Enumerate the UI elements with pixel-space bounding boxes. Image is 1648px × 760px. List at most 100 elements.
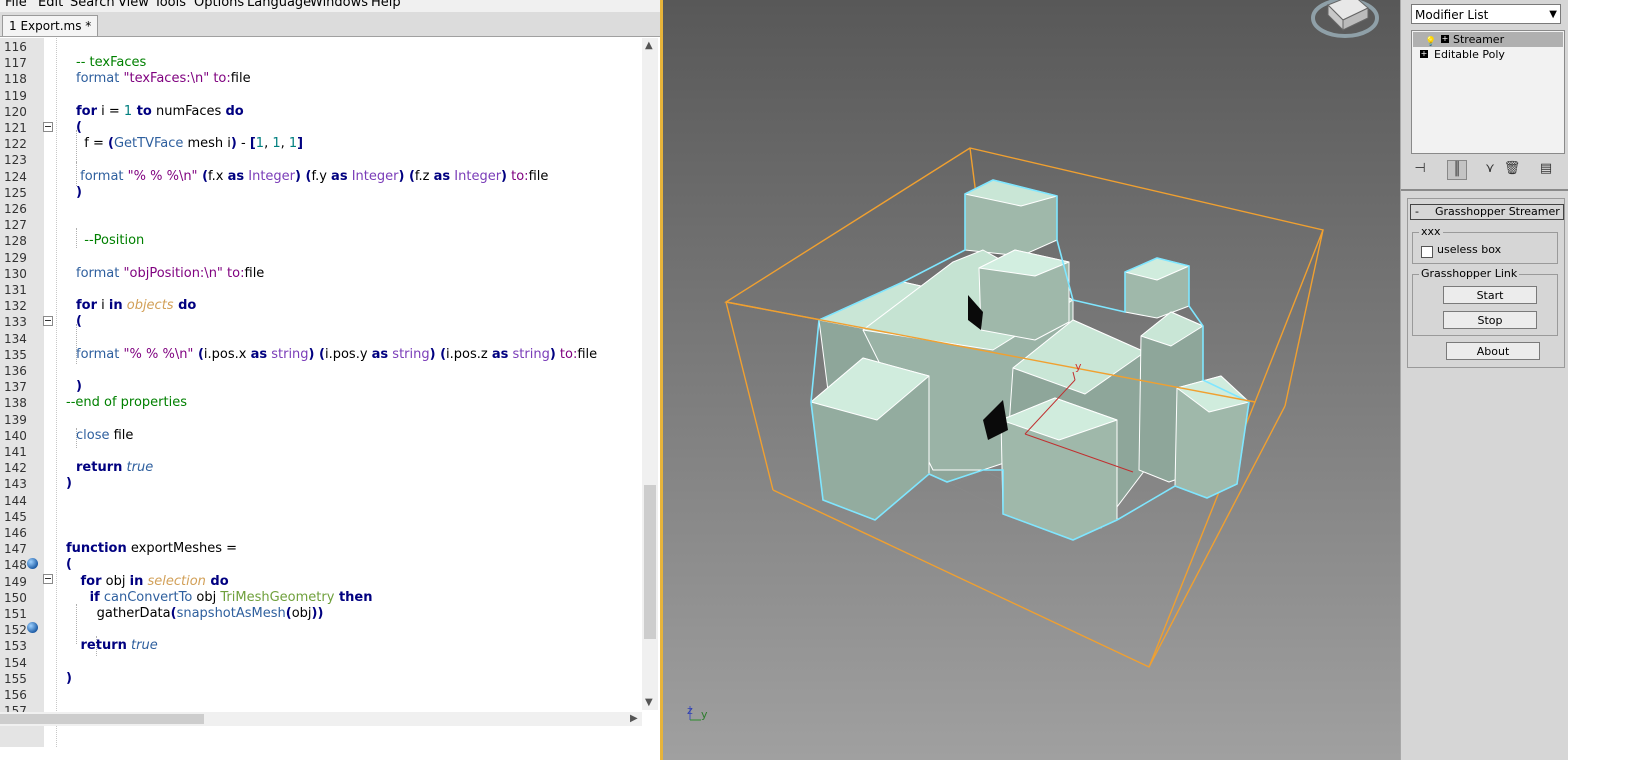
code-line[interactable]: return true xyxy=(76,460,153,475)
code-token: objects xyxy=(122,298,174,314)
code-line[interactable]: --end of properties xyxy=(66,395,187,410)
code-line[interactable]: close file xyxy=(76,428,133,443)
code-token: 1 xyxy=(123,103,133,119)
stack-item-streamer[interactable]: 💡 + Streamer xyxy=(1413,32,1563,47)
code-token: format xyxy=(76,346,124,362)
code-line[interactable]: ( xyxy=(66,557,72,572)
code-area[interactable]: 116 117 118 119 120 121 122 123 124 125 126 127 128 1… xyxy=(0,38,660,747)
code-line[interactable]: ) xyxy=(76,185,82,200)
collapse-icon[interactable]: - xyxy=(1415,205,1419,219)
remove-modifier-icon[interactable]: 🗑 xyxy=(1503,160,1521,178)
scroll-right-icon[interactable]: ▶ xyxy=(630,713,638,724)
menu-windows[interactable]: Windows xyxy=(310,0,368,10)
code-line[interactable]: ) xyxy=(66,476,72,491)
code-token: file xyxy=(109,427,134,443)
menu-edit[interactable]: Edit xyxy=(38,0,63,10)
line-number: 156 xyxy=(4,688,27,702)
line-number: 130 xyxy=(4,266,27,281)
code-token: to: xyxy=(555,346,578,362)
scroll-up-icon[interactable]: ▲ xyxy=(645,40,653,51)
fold-margin[interactable] xyxy=(44,38,57,747)
group-xxx: xxx useless box xyxy=(1412,225,1558,264)
menu-search[interactable]: Search xyxy=(70,0,115,10)
code-token: selection xyxy=(143,573,206,589)
code-token: format xyxy=(76,265,124,281)
code-line[interactable]: if canConvertTo obj TriMeshGeometry then xyxy=(76,590,373,605)
code-token: f.x xyxy=(208,168,228,184)
stack-item-editable-poly[interactable]: + Editable Poly xyxy=(1413,47,1563,62)
code-line[interactable]: -- texFaces xyxy=(76,55,146,70)
fold-toggle-icon[interactable] xyxy=(43,316,53,326)
code-token: ) xyxy=(66,670,72,686)
scroll-down-icon[interactable]: ▼ xyxy=(645,697,653,708)
pin-stack-icon[interactable]: ⊣ xyxy=(1411,160,1429,178)
code-token: do xyxy=(173,298,197,314)
expand-icon[interactable]: + xyxy=(1420,50,1428,58)
code-token: string xyxy=(388,346,430,362)
code-line[interactable]: format "texFaces:\n" to:file xyxy=(76,71,251,86)
line-number: 119 xyxy=(4,88,27,103)
vertical-scroll-thumb[interactable] xyxy=(644,485,656,639)
configure-modifier-sets-icon[interactable]: ▤ xyxy=(1537,160,1555,178)
code-token: f = xyxy=(76,136,108,152)
code-line[interactable]: --Position xyxy=(76,233,144,248)
line-number: 148 xyxy=(4,558,27,573)
start-button[interactable]: Start xyxy=(1443,286,1537,304)
code-line[interactable]: format "% % %\n" (i.pos.x as string) (i.… xyxy=(76,347,597,362)
rollout-header[interactable]: - Grasshopper Streamer xyxy=(1410,204,1564,220)
line-number: 142 xyxy=(4,461,27,476)
line-number: 147 xyxy=(4,542,27,557)
group-label: xxx xyxy=(1419,225,1443,238)
line-number: 154 xyxy=(4,655,27,670)
code-token: canConvertTo xyxy=(99,589,193,605)
code-line[interactable]: gatherData(snapshotAsMesh(obj)) xyxy=(76,606,324,621)
code-line[interactable]: function exportMeshes = xyxy=(66,541,237,556)
code-token: as xyxy=(250,346,268,362)
menu-tools[interactable]: Tools xyxy=(154,0,186,10)
modifier-stack[interactable]: 💡 + Streamer + Editable Poly xyxy=(1411,30,1565,154)
code-token: for xyxy=(76,573,102,589)
menu-file[interactable]: File xyxy=(5,0,27,10)
line-number: 126 xyxy=(4,202,27,216)
stop-button[interactable]: Stop xyxy=(1443,311,1537,329)
code-token: string xyxy=(508,346,550,362)
code-token: do xyxy=(225,103,244,119)
code-line[interactable]: for i = 1 to numFaces do xyxy=(76,104,244,119)
code-line[interactable]: return true xyxy=(76,638,158,653)
menu-help[interactable]: Help xyxy=(371,0,401,10)
code-line[interactable]: ) xyxy=(66,671,72,686)
code-line[interactable]: ) xyxy=(76,379,82,394)
menu-language[interactable]: Language xyxy=(247,0,311,10)
axis-y-label: y xyxy=(701,708,708,721)
line-number: 124 xyxy=(4,169,27,184)
perspective-viewport[interactable]: y z y xyxy=(660,0,1400,760)
modifier-list-dropdown[interactable]: Modifier List ▼ xyxy=(1411,4,1561,24)
empty-area xyxy=(1568,0,1648,760)
make-unique-icon[interactable]: ⋎ xyxy=(1481,160,1499,178)
useless-box-checkbox[interactable] xyxy=(1421,246,1433,258)
code-token: exportMeshes = xyxy=(126,541,237,557)
breakpoint-icon[interactable] xyxy=(27,558,38,569)
code-token: ) xyxy=(76,379,82,395)
fold-toggle-icon[interactable] xyxy=(43,574,53,584)
code-line[interactable]: format "objPosition:\n" to:file xyxy=(76,266,264,281)
line-number: 121 xyxy=(4,121,27,135)
code-line[interactable]: for i in objects do xyxy=(76,298,196,313)
about-button[interactable]: About xyxy=(1446,342,1540,360)
menu-options[interactable]: Options xyxy=(194,0,244,10)
viewcube-icon[interactable] xyxy=(1311,0,1379,38)
code-line[interactable]: for obj in selection do xyxy=(76,574,229,589)
breakpoint-icon[interactable] xyxy=(27,622,38,633)
rollout-title: Grasshopper Streamer xyxy=(1435,205,1560,218)
code-token: to: xyxy=(209,71,231,87)
code-line[interactable]: format "% % %\n" (f.x as Integer) (f.y a… xyxy=(76,169,548,184)
expand-icon[interactable]: + xyxy=(1441,35,1449,43)
fold-toggle-icon[interactable] xyxy=(43,122,53,132)
menu-view[interactable]: View xyxy=(118,0,149,10)
code-line[interactable]: f = (GetTVFace mesh i) - [1, 1, 1] xyxy=(76,136,303,151)
viewport-scene[interactable]: y z y xyxy=(663,0,1400,760)
horizontal-scroll-thumb[interactable] xyxy=(0,714,204,724)
tab-export-ms[interactable]: 1 Export.ms * xyxy=(2,15,99,36)
chevron-down-icon: ▼ xyxy=(1549,9,1557,20)
show-end-result-icon[interactable]: ║ xyxy=(1447,160,1467,180)
